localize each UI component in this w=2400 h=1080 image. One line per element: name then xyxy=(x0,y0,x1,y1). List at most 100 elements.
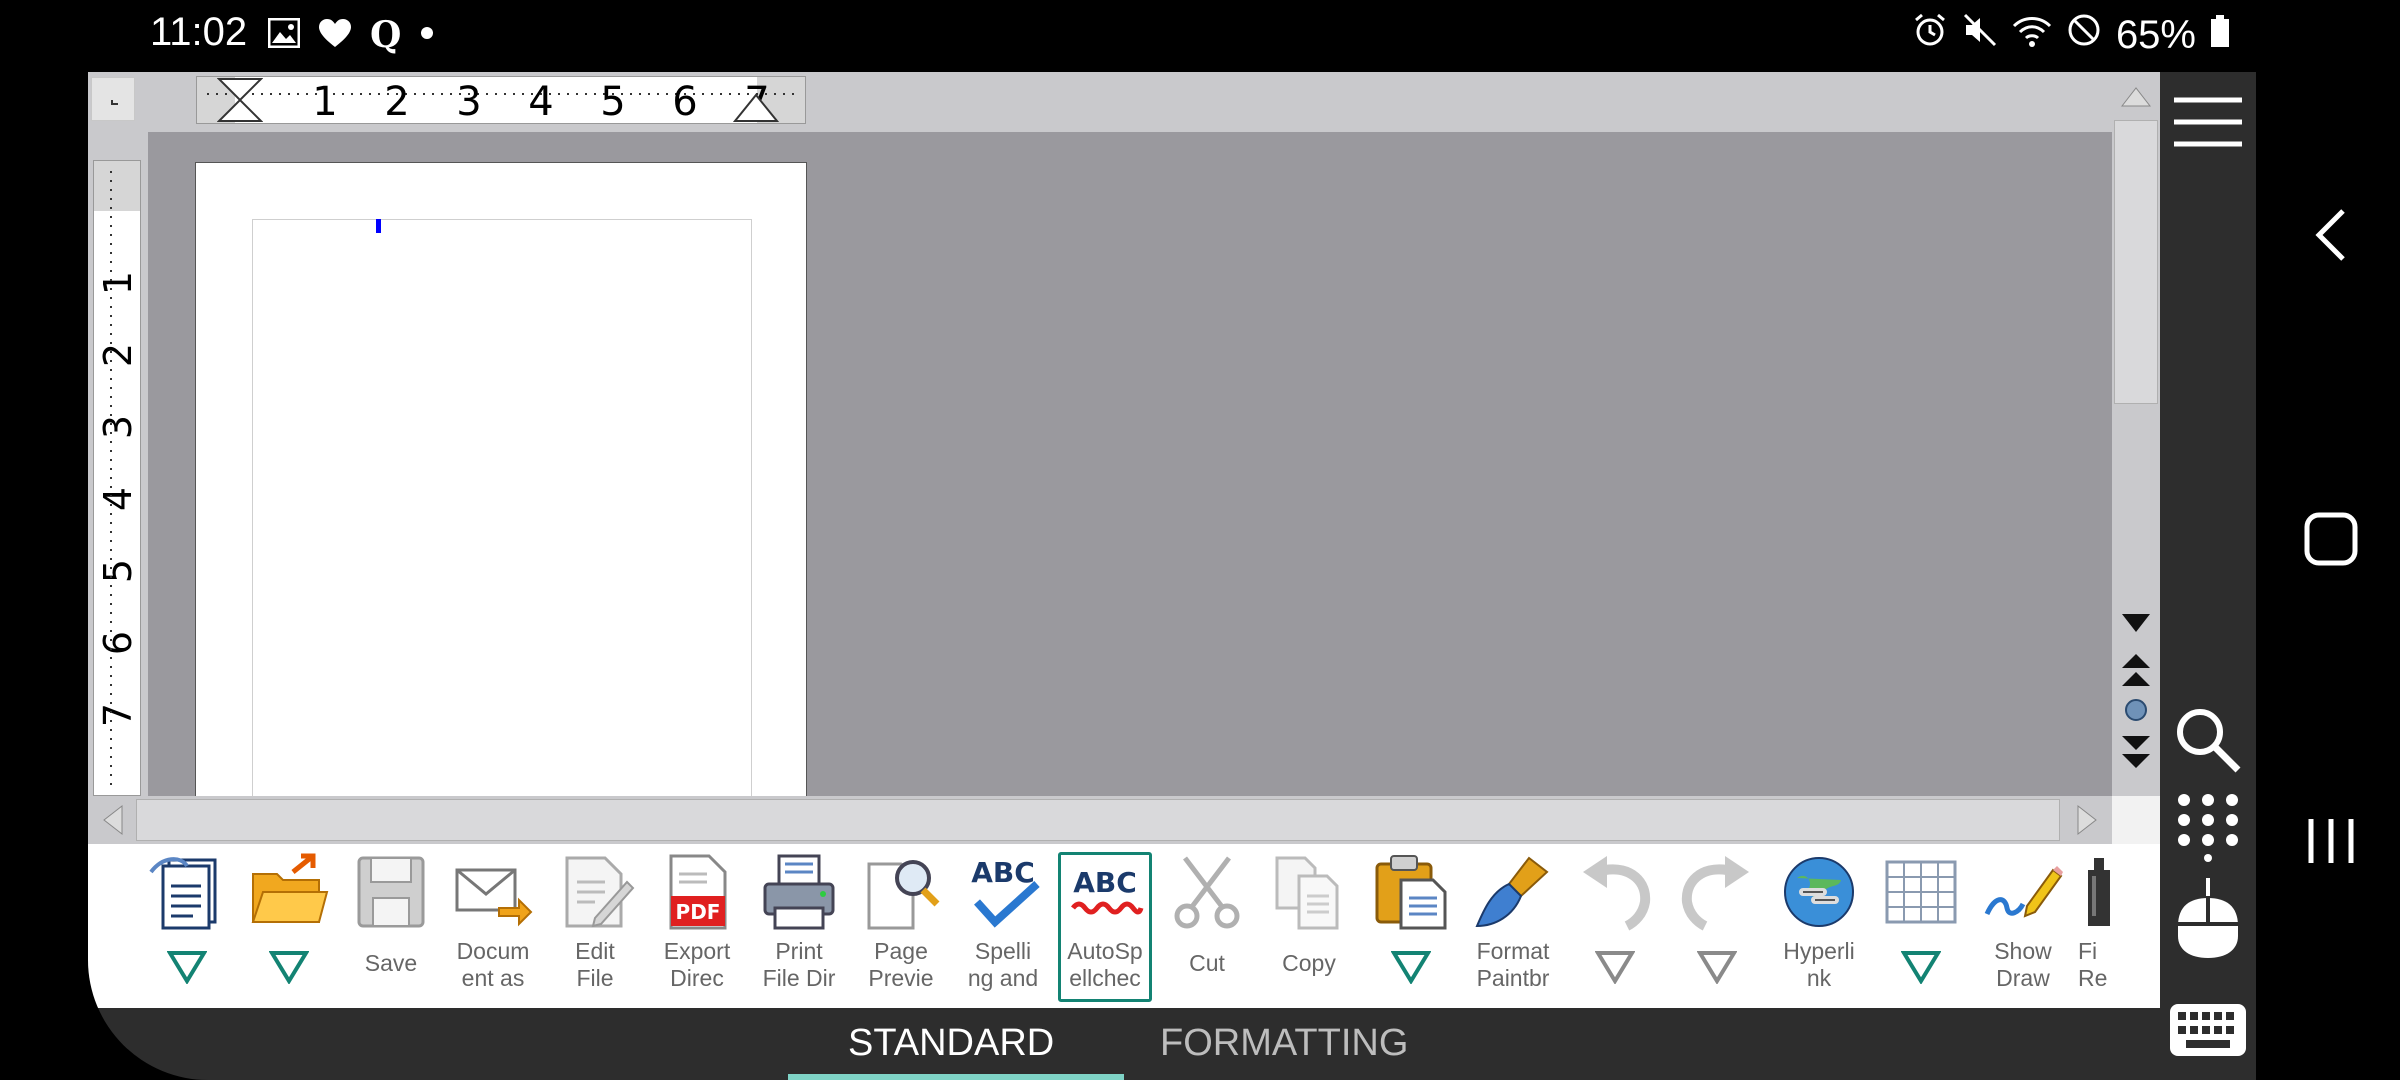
left-indent-marker[interactable] xyxy=(217,77,263,123)
page-preview-button[interactable]: Page Previe xyxy=(854,852,948,1002)
show-draw-button[interactable]: Show Draw xyxy=(1976,852,2070,1002)
ruler-tick xyxy=(110,549,112,551)
ruler-tick xyxy=(110,657,112,659)
dropdown-arrow-icon[interactable] xyxy=(1667,950,1767,990)
ruler-tick xyxy=(110,720,112,722)
autospellcheck-button[interactable]: ABC AutoSp ellchec xyxy=(1058,852,1152,1002)
ruler-tick xyxy=(729,93,731,95)
format-paintbrush-button[interactable]: Format Paintbr xyxy=(1466,852,1560,1002)
document-as-email-button[interactable]: Docum ent as xyxy=(446,852,540,1002)
recents-button[interactable] xyxy=(2296,808,2366,878)
vertical-scrollbar[interactable] xyxy=(2112,72,2160,796)
ruler-tick xyxy=(110,621,112,623)
paste-button[interactable] xyxy=(1364,852,1458,1002)
q-app-icon: Q xyxy=(370,14,402,56)
print-button[interactable]: Print File Dir xyxy=(752,852,846,1002)
ruler-tick xyxy=(110,189,112,191)
scroll-right-button[interactable] xyxy=(2068,800,2108,840)
ruler-tick xyxy=(110,306,112,308)
ruler-tick xyxy=(110,765,112,767)
previous-page-button[interactable] xyxy=(2116,650,2156,690)
ruler-tick xyxy=(110,468,112,470)
right-indent-marker[interactable] xyxy=(733,93,779,123)
ruler-tick xyxy=(110,315,112,317)
ruler-tick xyxy=(110,432,112,434)
vertical-scroll-thumb[interactable] xyxy=(2114,120,2158,404)
menu-button[interactable] xyxy=(2168,84,2248,164)
document-page[interactable] xyxy=(195,162,807,796)
ruler-tick xyxy=(110,288,112,290)
ruler-tick xyxy=(110,639,112,641)
ruler-tick xyxy=(110,495,112,497)
scroll-down-button[interactable] xyxy=(2116,604,2156,644)
ruler-tick xyxy=(279,93,281,95)
tool-label: Save xyxy=(364,950,418,976)
ruler-tick xyxy=(110,522,112,524)
ruler-number: 2 xyxy=(384,79,410,125)
templates-button[interactable] xyxy=(140,852,234,1002)
cut-button[interactable]: Cut xyxy=(1160,852,1254,1002)
open-button[interactable] xyxy=(242,852,336,1002)
dialpad-button[interactable] xyxy=(2168,788,2248,868)
home-button[interactable] xyxy=(2296,506,2366,576)
scroll-up-button[interactable] xyxy=(2116,76,2156,116)
scroll-left-button[interactable] xyxy=(92,800,132,840)
alarm-icon xyxy=(1912,12,1948,58)
page-preview-icon xyxy=(861,852,941,932)
edit-file-button[interactable]: Edit File xyxy=(548,852,642,1002)
dropdown-arrow-icon[interactable] xyxy=(137,950,237,990)
tab-formatting[interactable]: FORMATTING xyxy=(1160,1022,1408,1065)
table-button[interactable] xyxy=(1874,852,1968,1002)
search-button[interactable] xyxy=(2168,702,2248,782)
ruler-tick xyxy=(110,630,112,632)
copy-button[interactable]: Copy xyxy=(1262,852,1356,1002)
draw-pencil-icon xyxy=(1983,852,2063,932)
tool-label: Format Paintbr xyxy=(1476,938,1550,991)
heart-icon xyxy=(318,18,352,52)
hyperlink-button[interactable]: Hyperli nk xyxy=(1772,852,1866,1002)
export-pdf-button[interactable]: PDF Export Direc xyxy=(650,852,744,1002)
next-page-button[interactable] xyxy=(2116,732,2156,772)
back-button[interactable] xyxy=(2296,202,2366,272)
toolbar-tabs: STANDARD FORMATTING xyxy=(88,1008,2160,1080)
horizontal-scroll-thumb[interactable] xyxy=(136,799,2060,841)
wifi-icon xyxy=(2012,13,2052,58)
undo-button[interactable] xyxy=(1568,852,1662,1002)
ruler-tick xyxy=(288,93,290,95)
ruler-tick xyxy=(513,93,515,95)
tab-standard[interactable]: STANDARD xyxy=(848,1022,1054,1065)
ruler-tick xyxy=(110,396,112,398)
ruler-tick xyxy=(110,216,112,218)
vertical-ruler[interactable]: 1 2 3 4 5 6 7 xyxy=(93,160,141,796)
find-replace-button[interactable]: Fi Re xyxy=(2078,852,2118,1002)
dropdown-arrow-icon[interactable] xyxy=(1565,950,1665,990)
ruler-tick xyxy=(110,729,112,731)
dialpad-icon xyxy=(2172,790,2244,866)
navigator-button[interactable] xyxy=(2116,690,2156,730)
save-button[interactable]: Save xyxy=(344,852,438,1002)
scissors-icon xyxy=(1167,852,1247,932)
redo-button[interactable] xyxy=(1670,852,1764,1002)
tool-label: Copy xyxy=(1282,950,1336,976)
save-icon xyxy=(351,852,431,932)
horizontal-scrollbar[interactable] xyxy=(88,796,2112,844)
mouse-button[interactable] xyxy=(2168,878,2248,960)
ruler-number: 4 xyxy=(528,79,554,125)
ruler-tick xyxy=(504,93,506,95)
paintbrush-icon xyxy=(1473,852,1553,932)
ruler-tick xyxy=(110,423,112,425)
ruler-number: 5 xyxy=(600,79,626,125)
dropdown-arrow-icon[interactable] xyxy=(1361,950,1461,990)
ruler-tick xyxy=(110,567,112,569)
edit-file-icon xyxy=(555,852,635,932)
keyboard-button[interactable] xyxy=(2168,992,2248,1072)
dropdown-arrow-icon[interactable] xyxy=(1871,950,1971,990)
standard-toolbar: Save Docum ent as Edit File PDF Export D… xyxy=(88,844,2160,1008)
document-canvas[interactable] xyxy=(148,132,2112,796)
dropdown-arrow-icon[interactable] xyxy=(239,950,339,990)
horizontal-ruler[interactable]: 1 2 3 4 5 6 7 xyxy=(196,76,806,125)
ruler-tick xyxy=(110,666,112,668)
tab-stop-selector[interactable] xyxy=(91,77,135,121)
spelling-button[interactable]: ABC Spelli ng and xyxy=(956,852,1050,1002)
ruler-tick xyxy=(297,93,299,95)
